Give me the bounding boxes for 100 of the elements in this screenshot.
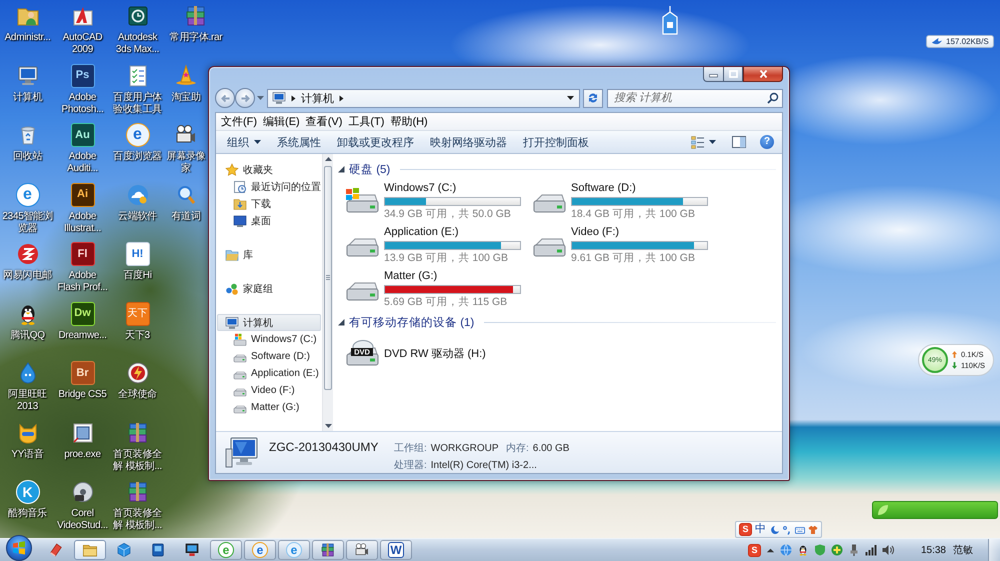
desktop-shortcut[interactable]: 首页装修全解 模板制... (110, 416, 165, 472)
drive-name[interactable]: Software (D:) (571, 182, 636, 195)
nav-item[interactable]: 下载 (217, 195, 321, 212)
start-button[interactable] (6, 535, 32, 561)
taskbar-button[interactable] (312, 540, 344, 560)
desktop-shortcut[interactable]: Ps Adobe Photosh... (55, 60, 110, 116)
punctuation-icon[interactable] (782, 524, 792, 534)
nav-item[interactable]: Video (F:) (217, 382, 321, 399)
keyboard-icon[interactable] (795, 524, 805, 534)
drive-name[interactable]: Matter (G:) (384, 270, 438, 283)
signal-bars-icon[interactable] (864, 544, 877, 556)
nav-item[interactable]: Software (D:) (217, 348, 321, 365)
notification-bar[interactable] (872, 501, 998, 519)
desktop-shortcut[interactable]: 计算机 (0, 60, 55, 104)
search-icon[interactable] (767, 92, 779, 104)
down-arrow-icon[interactable] (324, 424, 332, 428)
desktop-shortcut[interactable]: 阿里旺旺2013 (0, 357, 55, 413)
desktop-shortcut[interactable]: Ai Adobe Illustrat... (55, 178, 110, 234)
desktop-shortcut[interactable]: Administr... (0, 0, 55, 44)
clock[interactable]: 15:38 (920, 544, 946, 556)
scrollbar[interactable] (322, 154, 333, 431)
letter-tile-icon[interactable]: S (748, 544, 761, 556)
desktop-shortcut[interactable]: 全球使命 (110, 357, 165, 401)
triangle-icon[interactable] (338, 318, 345, 326)
menu-item[interactable]: 编辑(E) (260, 113, 303, 130)
drive-space-text: 5.69 GB 可用，共 115 GB (384, 296, 508, 308)
chevron-icon[interactable] (291, 94, 296, 102)
globe-icon[interactable] (780, 544, 792, 556)
desktop-shortcut[interactable]: AutoCAD 2009 (55, 0, 110, 56)
desktop-shortcut[interactable]: Fl Adobe Flash Prof... (55, 238, 110, 294)
desktop-shortcut[interactable]: YY语音 (0, 416, 55, 460)
desktop-shortcut[interactable]: 淘宝助 (165, 60, 207, 104)
letter-tile-icon[interactable]: S (739, 523, 752, 536)
taskbar-button[interactable]: e (244, 540, 276, 560)
maximize-button[interactable] (723, 67, 743, 82)
desktop-shortcut[interactable]: e 2345智能浏览器 (0, 178, 55, 234)
nav-item[interactable]: 最近访问的位置 (217, 178, 321, 195)
close-button[interactable] (743, 67, 783, 82)
menu-item[interactable]: 工具(T) (345, 113, 388, 130)
view-options-icon[interactable] (691, 136, 705, 148)
desktop-shortcut[interactable]: H! 百度Hi (110, 238, 165, 282)
toolbar-button[interactable]: 组织 (219, 131, 269, 153)
desktop-shortcut[interactable]: Dw Dreamwe... (55, 298, 110, 342)
menu-item[interactable]: 查看(V) (302, 113, 346, 130)
letter-tile-icon: Au (70, 123, 94, 147)
shirt-icon[interactable] (808, 524, 818, 534)
refresh-button[interactable] (583, 88, 603, 108)
desktop-shortcut[interactable]: e 百度浏览器 (110, 119, 165, 163)
moon-icon[interactable] (769, 524, 779, 534)
minimize-button[interactable] (703, 67, 723, 82)
desktop-shortcut[interactable]: Au Adobe Auditi... (55, 119, 110, 175)
menu-item[interactable]: 文件(F) (218, 113, 260, 130)
nav-item[interactable]: Matter (G:) (217, 399, 321, 416)
nav-item[interactable]: Application (E:) (217, 365, 321, 382)
desktop-shortcut[interactable]: 天下 天下3 (110, 298, 165, 342)
chevron-icon[interactable] (339, 94, 344, 102)
caret-icon[interactable] (709, 140, 716, 144)
desktop-shortcut[interactable]: proe.exe (55, 416, 110, 460)
toolbar-button[interactable]: 打开控制面板 (515, 131, 597, 153)
caret-icon[interactable] (567, 96, 574, 100)
toolbar-button[interactable]: 卸载或更改程序 (329, 131, 422, 153)
up-arrow-icon[interactable] (324, 157, 332, 161)
toolbar-button[interactable]: 系统属性 (269, 131, 329, 153)
nav-item[interactable]: 家庭组 (217, 280, 321, 297)
drive-name[interactable]: DVD RW 驱动器 (H:) (384, 348, 486, 360)
search-field[interactable]: 搜索 计算机 (607, 88, 783, 108)
preview-pane-icon[interactable] (732, 136, 746, 148)
desktop-shortcut[interactable]: 百度用户体验收集工具 (110, 60, 165, 116)
desktop-shortcut[interactable]: Corel VideoStud... (55, 476, 110, 532)
desktop-shortcut[interactable]: 腾讯QQ (0, 298, 55, 342)
scrollbar-thumb[interactable] (324, 166, 332, 390)
desktop-shortcut[interactable]: Autodesk 3ds Max... (110, 0, 165, 56)
breadcrumb-item[interactable]: 计算机 (301, 90, 334, 106)
desktop-shortcut[interactable]: 常用字体.rar (165, 0, 227, 44)
input-mode-toggle[interactable]: 中 (755, 523, 766, 536)
drive-name[interactable]: Video (F:) (571, 226, 620, 239)
drive-name[interactable]: Windows7 (C:) (384, 182, 456, 195)
forward-button[interactable] (235, 88, 255, 108)
drive-name[interactable]: Application (E:) (384, 226, 459, 239)
taskbar-button[interactable] (346, 540, 378, 560)
taskbar-button[interactable]: W (380, 540, 412, 560)
desktop-shortcut[interactable]: 首页装修全解 模板制... (110, 476, 165, 532)
speaker-icon[interactable] (882, 544, 894, 556)
desktop-shortcut[interactable]: Br Bridge CS5 (55, 357, 110, 401)
desktop-shortcut[interactable]: K 酷狗音乐 (0, 476, 55, 520)
address-field[interactable]: 计算机 (267, 88, 580, 108)
nav-item[interactable]: 收藏夹 (217, 161, 321, 178)
triangle-icon[interactable] (338, 166, 345, 172)
plus-icon[interactable] (830, 544, 843, 556)
plug-icon[interactable] (848, 544, 860, 556)
nav-item[interactable]: 计算机 (217, 314, 321, 331)
nav-item[interactable]: 桌面 (217, 212, 321, 229)
toolbar-button[interactable]: 映射网络驱动器 (422, 131, 515, 153)
group-header[interactable]: 有可移动存储的设备 (1) (349, 314, 474, 330)
back-button[interactable] (215, 88, 235, 108)
group-header[interactable]: 硬盘 (5) (349, 162, 390, 176)
tag-icon[interactable] (661, 6, 679, 36)
menu-item[interactable]: 帮助(H) (387, 113, 431, 130)
nav-item[interactable]: 库 (217, 246, 321, 263)
nav-item[interactable]: Windows7 (C:) (217, 331, 321, 348)
